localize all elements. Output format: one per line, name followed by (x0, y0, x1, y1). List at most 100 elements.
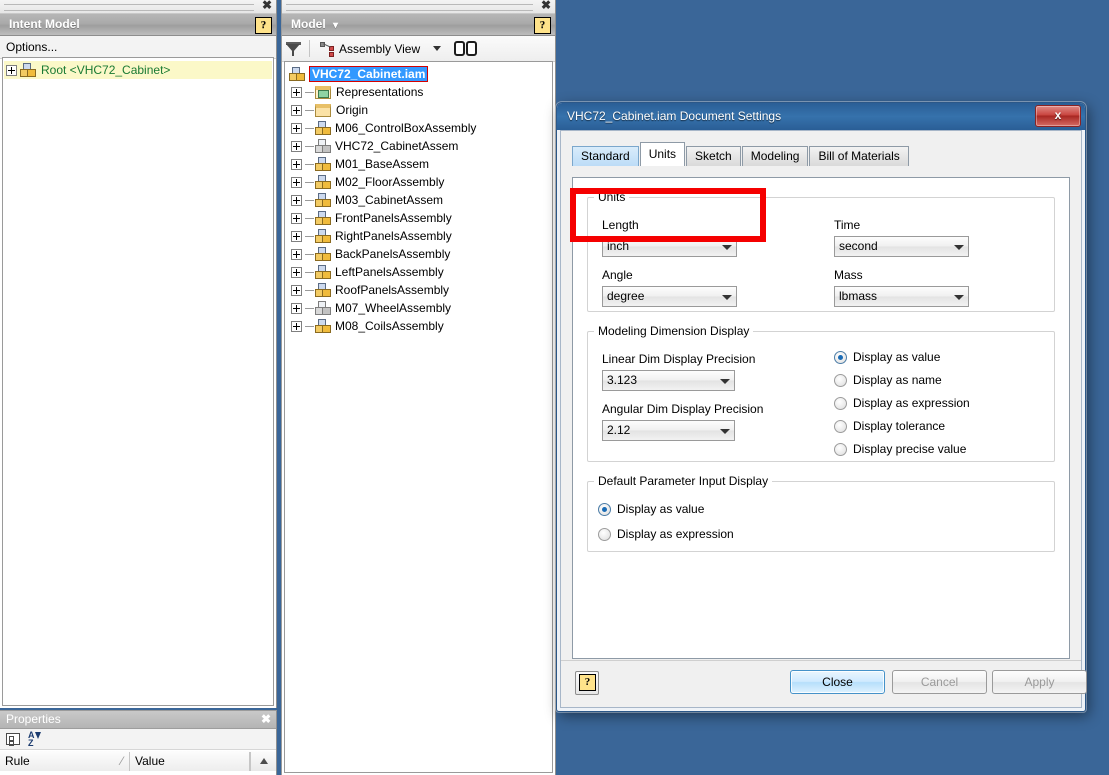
tree-item[interactable]: M08_CoilsAssembly (285, 317, 552, 335)
help-icon[interactable]: ? (255, 17, 272, 34)
chevron-down-icon[interactable]: ▾ (333, 20, 338, 31)
model-panel: ✖ Model ▾ ? Assembly View (281, 0, 556, 775)
assembly-cube-icon (20, 63, 36, 78)
radio-dot-icon (834, 420, 847, 433)
tree-item[interactable]: RoofPanelsAssembly (285, 281, 552, 299)
tree-item[interactable]: Origin (285, 101, 552, 119)
dialog-titlebar[interactable]: VHC72_Cabinet.iam Document Settings x (557, 103, 1085, 130)
tree-item[interactable]: VHC72_CabinetAssem (285, 137, 552, 155)
tree-item[interactable]: BackPanelsAssembly (285, 245, 552, 263)
close-button[interactable]: x (1035, 105, 1081, 127)
expand-plus-icon[interactable] (291, 123, 302, 134)
tree-item-label: RightPanelsAssembly (335, 229, 452, 243)
expand-plus-icon[interactable] (291, 231, 302, 242)
default-parameter-input-display-group: Default Parameter Input Display Display … (587, 474, 1055, 552)
close-icon[interactable]: ✖ (541, 0, 551, 12)
tree-item-label: VHC72_CabinetAssem (335, 139, 458, 153)
expand-plus-icon[interactable] (291, 213, 302, 224)
expand-plus-icon[interactable] (291, 303, 302, 314)
expand-plus-icon[interactable] (291, 105, 302, 116)
expand-plus-icon[interactable] (291, 87, 302, 98)
radio-dot-icon (834, 374, 847, 387)
tab-modeling[interactable]: Modeling (742, 146, 809, 166)
tree-item-root[interactable]: VHC72_Cabinet.iam (285, 65, 552, 83)
screen: ✖ Intent Model ? Options... Root <VHC72_… (0, 0, 1109, 775)
chevron-down-icon (722, 245, 732, 250)
length-combo-value: inch (607, 239, 629, 253)
expand-plus-icon[interactable] (6, 65, 17, 76)
assembly-cube-icon (315, 229, 331, 244)
tree-stem (305, 110, 314, 111)
expand-plus-icon[interactable] (291, 141, 302, 152)
expand-plus-icon[interactable] (291, 159, 302, 170)
tree-item[interactable]: FrontPanelsAssembly (285, 209, 552, 227)
close-icon[interactable]: ✖ (261, 711, 271, 728)
assembly-view-label: Assembly View (339, 42, 420, 56)
tree-item[interactable]: M07_WheelAssembly (285, 299, 552, 317)
angular-dim-precision-combo[interactable]: 2.12 (602, 420, 735, 441)
expand-plus-icon[interactable] (291, 321, 302, 332)
param-radio-display-as-value[interactable]: Display as value (598, 502, 704, 516)
help-icon[interactable]: ? (534, 17, 551, 34)
scroll-up-button[interactable] (250, 752, 276, 771)
model-browser-tree[interactable]: VHC72_Cabinet.iam Representations Origin… (284, 61, 553, 773)
angular-dim-precision-label: Angular Dim Display Precision (602, 402, 763, 416)
radio-display-as-expression[interactable]: Display as expression (834, 396, 970, 410)
radio-display-tolerance[interactable]: Display tolerance (834, 419, 945, 433)
tree-item[interactable]: LeftPanelsAssembly (285, 263, 552, 281)
expand-plus-icon[interactable] (291, 195, 302, 206)
apply-button[interactable]: Apply (992, 670, 1087, 694)
toolbar-separator (309, 40, 310, 57)
tab-units[interactable]: Units (640, 142, 685, 166)
tab-bill-of-materials[interactable]: Bill of Materials (809, 146, 908, 166)
tree-item[interactable]: M03_CabinetAssem (285, 191, 552, 209)
tab-standard[interactable]: Standard (572, 146, 639, 166)
cancel-button[interactable]: Cancel (892, 670, 987, 694)
tree-item-label: M08_CoilsAssembly (335, 319, 444, 333)
expand-plus-icon[interactable] (291, 177, 302, 188)
tree-item-label: VHC72_Cabinet.iam (309, 66, 428, 82)
close-icon[interactable]: ✖ (262, 0, 272, 12)
assembly-cube-icon (315, 319, 331, 334)
tree-item-root[interactable]: Root <VHC72_Cabinet> (4, 61, 272, 79)
tree-item[interactable]: M01_BaseAssem (285, 155, 552, 173)
chevron-down-icon[interactable] (433, 46, 441, 51)
tree-stem (305, 254, 314, 255)
linear-dim-precision-combo[interactable]: 3.123 (602, 370, 735, 391)
expand-plus-icon[interactable] (291, 249, 302, 260)
model-panel-grip[interactable]: ✖ (282, 0, 555, 14)
tree-stem (305, 290, 314, 291)
expand-plus-icon[interactable] (291, 267, 302, 278)
tree-item[interactable]: M06_ControlBoxAssembly (285, 119, 552, 137)
radio-display-as-value[interactable]: Display as value (834, 350, 940, 364)
mass-combo[interactable]: lbmass (834, 286, 969, 307)
tab-sketch[interactable]: Sketch (686, 146, 741, 166)
intent-options-button[interactable]: Options... (0, 36, 276, 59)
radio-dot-icon (834, 351, 847, 364)
expand-plus-icon[interactable] (291, 285, 302, 296)
intent-model-tree[interactable]: Root <VHC72_Cabinet> (2, 57, 274, 706)
intent-panel-grip[interactable]: ✖ (0, 0, 276, 14)
tree-stem (305, 182, 314, 183)
sort-az-icon[interactable]: AZ (28, 731, 41, 747)
time-combo[interactable]: second (834, 236, 969, 257)
column-header-value[interactable]: Value (130, 752, 250, 771)
funnel-icon[interactable] (286, 42, 301, 56)
tree-stem (305, 326, 314, 327)
tree-item[interactable]: Representations (285, 83, 552, 101)
tree-item[interactable]: M02_FloorAssembly (285, 173, 552, 191)
assembly-view-button[interactable]: Assembly View (318, 41, 422, 57)
chevron-down-icon (954, 295, 964, 300)
radio-display-as-name[interactable]: Display as name (834, 373, 942, 387)
angle-combo[interactable]: degree (602, 286, 737, 307)
close-dialog-button[interactable]: Close (790, 670, 885, 694)
param-radio-display-as-expression[interactable]: Display as expression (598, 527, 734, 541)
radio-display-precise-value[interactable]: Display precise value (834, 442, 966, 456)
column-header-rule[interactable]: Rule (0, 752, 130, 771)
length-combo[interactable]: inch (602, 236, 737, 257)
tree-item[interactable]: RightPanelsAssembly (285, 227, 552, 245)
tree-stem (305, 200, 314, 201)
help-button[interactable]: ? (575, 671, 599, 695)
categorized-view-icon[interactable] (6, 733, 20, 745)
binoculars-icon[interactable] (454, 41, 477, 56)
